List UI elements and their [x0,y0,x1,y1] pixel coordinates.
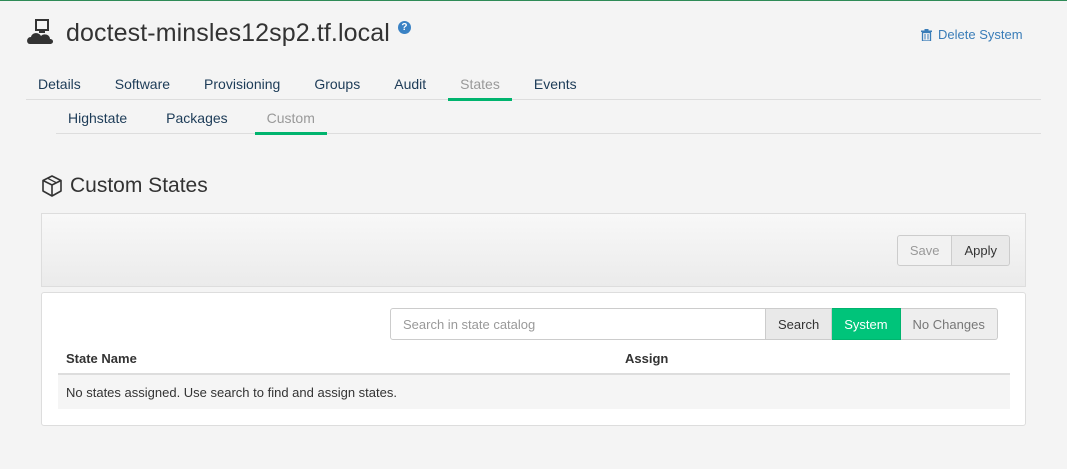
tab-details[interactable]: Details [26,70,93,100]
save-button[interactable]: Save [896,235,953,266]
page-header: doctest-minsles12sp2.tf.local ? [26,15,411,51]
section-header: Custom States [40,172,208,200]
apply-button[interactable]: Apply [952,235,1010,266]
table-header: State Name Assign [58,343,1010,375]
toolbar-panel: Save Apply [41,213,1026,287]
search-bar: Search System No Changes [390,308,998,340]
page-title: doctest-minsles12sp2.tf.local [66,18,390,47]
toolbar-button-group: Save Apply [896,235,1010,266]
main-tabs: Details Software Provisioning Groups Aud… [26,70,1041,101]
cube-icon [42,175,62,197]
section-title: Custom States [70,174,208,197]
delete-system-button[interactable]: Delete System [921,27,1023,42]
sub-tabs: Highstate Packages Custom [56,105,1041,135]
states-panel: Search System No Changes State Name Assi… [41,292,1026,426]
search-input[interactable] [390,308,766,340]
search-button[interactable]: Search [766,308,833,340]
column-header-assign: Assign [625,350,669,366]
table-empty-row: No states assigned. Use search to find a… [58,375,1010,409]
system-filter-button[interactable]: System [832,308,901,340]
tab-groups[interactable]: Groups [302,70,372,100]
tab-events[interactable]: Events [522,70,589,100]
delete-system-label: Delete System [938,27,1023,42]
subtab-highstate[interactable]: Highstate [56,105,139,134]
tab-software[interactable]: Software [103,70,182,100]
column-header-state-name: State Name [66,350,137,366]
empty-message: No states assigned. Use search to find a… [66,384,397,400]
states-table: State Name Assign No states assigned. Us… [58,343,1010,409]
system-icon [27,19,53,44]
subtab-custom[interactable]: Custom [254,105,328,135]
no-changes-button[interactable]: No Changes [900,308,998,340]
subtab-packages[interactable]: Packages [154,105,239,134]
trash-icon [921,28,932,41]
tab-audit[interactable]: Audit [382,70,438,100]
help-icon[interactable]: ? [397,20,411,34]
tab-provisioning[interactable]: Provisioning [192,70,292,100]
tab-states[interactable]: States [448,70,512,101]
